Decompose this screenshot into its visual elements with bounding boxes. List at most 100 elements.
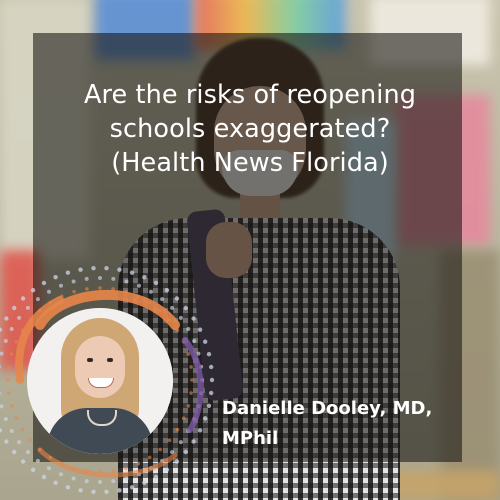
ring-dot [206,403,212,408]
ring-dot [149,289,153,294]
ring-dot [137,283,141,288]
author-portrait [27,308,173,454]
ring-dot [35,297,40,302]
ring-dot [9,352,14,356]
ring-dot [178,440,183,445]
author-name: Danielle Dooley, MD, MPhil [222,394,462,454]
ring-dot [117,488,122,493]
ring-dot [197,428,203,433]
ring-dot [142,275,147,280]
ring-dot [111,479,116,484]
background-artwork [390,470,500,500]
ring-dot [189,365,193,369]
ring-dot [7,391,11,395]
ring-dot [30,467,36,472]
ring-dot [160,297,165,302]
ring-dot [14,340,19,344]
ring-dot [181,416,186,420]
ring-dot [0,404,4,409]
ring-dot [84,479,89,484]
ring-dot [17,315,22,320]
ring-dot [53,275,58,280]
ring-dot [186,327,191,331]
ring-dot [174,459,180,464]
ring-dot [203,339,208,344]
ring-dot [111,469,115,473]
ring-dot [124,279,129,284]
ring-dot [4,316,9,321]
ring-dot [9,404,14,408]
ring-dot [59,472,63,477]
ring-dot [47,466,51,471]
ring-dot [17,440,22,445]
portrait-face [75,336,125,398]
headline-line-3: (Health News Florida) [111,148,389,178]
ring-dot [203,416,208,421]
ring-dot [30,288,36,293]
ring-dot [91,489,96,494]
ring-dot [189,391,193,395]
ring-dot [209,364,214,370]
ring-dot [41,474,47,480]
ring-dot [78,488,83,493]
ring-dot [104,489,109,494]
ring-dot [117,267,122,272]
ring-dot [153,280,159,286]
ring-dot [85,287,89,291]
ring-dot [84,276,89,281]
ring-dot [78,267,83,272]
ring-dot [59,283,63,288]
ring-dot [0,351,4,356]
ring-dot [53,480,58,485]
ring-dot [186,404,191,408]
ring-dot [98,480,102,484]
author-name-line-1: Danielle Dooley, MD, [222,398,433,419]
ring-dot [14,416,19,420]
ring-dot [129,270,135,275]
ring-dot [47,289,51,294]
ring-dot [183,305,188,311]
ring-dot [9,327,14,331]
ring-dot [20,459,26,464]
ring-dot [197,327,203,332]
ring-dot [129,485,135,490]
ring-dot [0,428,3,433]
ring-dot [0,327,3,332]
ring-dot [35,458,40,463]
headline-line-1: Are the risks of reopening [83,80,417,110]
ring-dot [111,276,116,281]
ring-dot [124,476,129,481]
ring-dot [0,391,1,395]
ring-dot [65,485,71,490]
ring-dot [192,339,197,343]
ring-dot [183,449,188,455]
ring-dot [175,427,180,432]
ring-dot [3,417,8,421]
ring-dot [0,365,1,369]
ring-dot [190,378,194,382]
ring-dot [20,427,25,432]
ring-dot [12,305,17,311]
headline: Are the risks of reopening schools exagg… [40,78,460,180]
portrait-eye [107,358,113,362]
ring-dot [142,480,147,485]
ring-dot [6,378,10,382]
ring-dot [20,296,26,301]
ring-dot [71,279,76,284]
ring-dot [3,339,8,343]
ring-dot [186,352,191,356]
ring-dot [209,377,215,383]
ring-dot [191,439,196,444]
ring-dot [178,315,183,320]
ring-dot [174,296,180,301]
ring-dot [153,474,159,480]
ring-dot [136,461,140,466]
ring-dot [164,467,170,472]
ring-dot [164,288,170,293]
ring-dot [41,280,47,286]
ring-dot [7,365,11,369]
author-name-line-2: MPhil [222,428,279,449]
ring-dot [191,316,196,321]
ring-dot [72,289,76,294]
promo-card: Are the risks of reopening schools exagg… [0,0,500,500]
